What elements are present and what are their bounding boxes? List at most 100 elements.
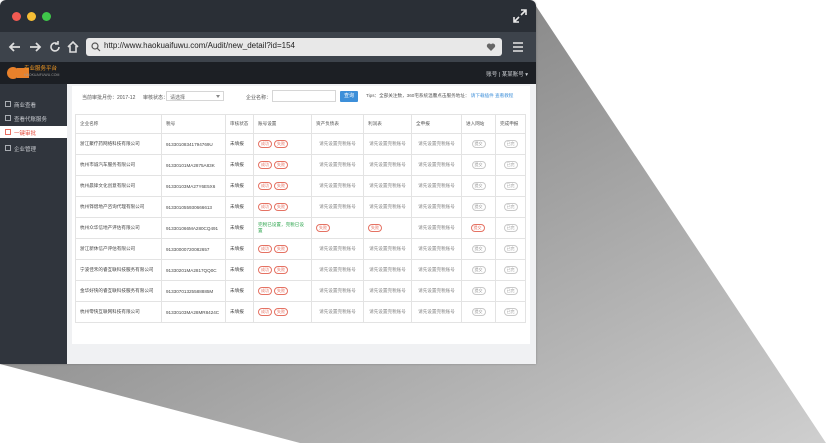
balance-sheet-cell: 请先设置完税账号 (311, 280, 364, 302)
complete-cell: 已完 (495, 154, 526, 176)
search-button[interactable]: 查询 (340, 91, 358, 102)
enter-site-cell: 提交 (461, 175, 496, 197)
menu-icon[interactable] (512, 41, 524, 53)
download-plugin-link[interactable]: 请下载插件 (471, 93, 494, 98)
fail-tag[interactable]: 失败 (274, 266, 288, 274)
maximize-window-button[interactable] (42, 12, 51, 21)
table-row: 浙江聚疗药网络科技有限公司 91330108341794769U 未填报 成功失… (75, 133, 526, 155)
user-menu[interactable]: 账号 | 某某账号 ▾ (486, 70, 528, 78)
tax-id-cell: 91330108341794769U (161, 133, 226, 155)
heart-icon[interactable] (486, 42, 496, 52)
pass-tag[interactable]: 成功 (258, 287, 272, 295)
table-row: 金华好快的睿互联科技服务有限公司 91330701325588885M 未填报 … (75, 280, 526, 302)
tax-id-cell: 91330101MA2875A83K (161, 154, 226, 176)
tax-id-cell: 913301066MA280CQ491 (161, 217, 226, 239)
chevron-down-icon (216, 95, 220, 98)
submit-tag[interactable]: 提交 (471, 203, 486, 211)
complete-cell: 已完 (495, 133, 526, 155)
submit-tag[interactable]: 提交 (471, 161, 486, 169)
account-setup-cell: 成功 失败 (253, 154, 312, 176)
done-tag[interactable]: 已完 (503, 140, 518, 148)
header-complete-declaration: 完成申报 (495, 114, 526, 134)
company-cell: 金华好快的睿互联科技服务有限公司 (75, 280, 162, 302)
fail-tag[interactable]: 失败 (274, 245, 288, 253)
done-tag[interactable]: 已完 (503, 266, 518, 274)
done-tag[interactable]: 已完 (503, 308, 518, 316)
reload-icon[interactable] (48, 40, 62, 54)
app-header (0, 62, 536, 84)
submit-tag[interactable]: 提交 (471, 140, 486, 148)
company-label: 企业名称： (246, 95, 272, 101)
income-statement-cell: 请先设置完税账号 (363, 133, 412, 155)
address-bar[interactable]: http://www.haokuaifuwu.com/Audit/new_det… (86, 38, 502, 56)
minimize-window-button[interactable] (27, 12, 36, 21)
done-tag[interactable]: 已完 (503, 224, 518, 232)
fail-tag[interactable]: 失败 (274, 287, 288, 295)
header-tax-id: 税号 (161, 114, 226, 134)
fail-tag[interactable]: 失败 (274, 308, 288, 316)
submit-tag[interactable]: 提交 (471, 266, 486, 274)
company-cell: 浙江新休信产评估有限公司 (75, 238, 162, 260)
pass-tag[interactable]: 成功 (258, 182, 272, 190)
sidebar-item-bookkeeping-services[interactable]: 查看代账服务 (0, 112, 67, 124)
fail-tag[interactable]: 失败 (316, 224, 330, 232)
submit-tag[interactable]: 提交 (470, 224, 485, 232)
company-cell: 杭州零快互联网科技有限公司 (75, 301, 162, 323)
check-icon (5, 129, 11, 135)
full-declaration-cell: 请先设置完税账号 (411, 175, 462, 197)
submit-tag[interactable]: 提交 (471, 182, 486, 190)
complete-cell: 已完 (495, 238, 526, 260)
browser-window: http://www.haokuaifuwu.com/Audit/new_det… (0, 0, 536, 364)
close-window-button[interactable] (12, 12, 21, 21)
table-row: 杭州铧熠地产咨询代理有限公司 913301055930666613 未填报 成功… (75, 196, 526, 218)
done-tag[interactable]: 已完 (503, 203, 518, 211)
status-cell: 未填报 (225, 301, 254, 323)
sidebar-item-company-management[interactable]: 企业管理 (0, 142, 67, 154)
table-row: 杭州市诚汽车服务有限公司 91330101MA2875A83K 未填报 成功 失败… (75, 154, 526, 176)
pass-tag[interactable]: 成功 (258, 203, 272, 211)
submit-tag[interactable]: 提交 (471, 308, 486, 316)
table-row: 浙江新休信产评估有限公司 91330000720082657 未填报 成功 失败 … (75, 238, 526, 260)
sidebar-item-one-click-approve[interactable]: 一键审批 (0, 126, 67, 138)
pass-tag[interactable]: 成功 (258, 266, 272, 274)
fullscreen-icon[interactable] (513, 9, 527, 23)
full-declaration-cell: 请先设置完税账号 (411, 238, 462, 260)
full-declaration-cell: 请先设置完税账号 (411, 133, 462, 155)
pass-tag[interactable]: 成功 (258, 140, 272, 148)
pass-tag[interactable]: 成功 (258, 245, 272, 253)
fail-tag[interactable]: 失败 (274, 182, 288, 190)
tax-id-cell: 91330701325588885M (161, 280, 226, 302)
done-tag[interactable]: 已完 (503, 245, 518, 253)
complete-cell: 已完 (495, 280, 526, 302)
submit-tag[interactable]: 提交 (471, 245, 486, 253)
list-icon (5, 115, 11, 121)
period-label: 当前审批月份：2017-12 (82, 95, 136, 101)
enter-site-cell: 提交 (461, 238, 496, 260)
submit-tag[interactable]: 提交 (471, 287, 486, 295)
sidebar-item-business-view[interactable]: 商业查看 (0, 98, 67, 110)
complete-cell: 已完 (495, 259, 526, 281)
enter-site-cell: 提交 (461, 154, 496, 176)
account-setup-note-cell: 完税已设置，完税已设置 (253, 217, 312, 239)
fail-tag[interactable]: 失败 (274, 203, 288, 211)
full-declaration-cell: 请先设置完税账号 (411, 259, 462, 281)
search-icon (91, 42, 101, 52)
header-full-declaration: 全申报 (411, 114, 462, 134)
pass-tag[interactable]: 成功 (258, 308, 272, 316)
done-tag[interactable]: 已完 (503, 161, 518, 169)
fail-tag[interactable]: 失败 (274, 140, 288, 148)
back-arrow-icon[interactable] (8, 40, 22, 54)
fail-tag[interactable]: 失败 (274, 161, 288, 169)
company-name-input[interactable] (272, 90, 336, 102)
enter-site-cell: 提交 (461, 280, 496, 302)
pass-tag[interactable]: 成功 (258, 161, 272, 169)
done-tag[interactable]: 已完 (503, 182, 518, 190)
home-icon[interactable] (66, 40, 80, 54)
table-row: 杭州晨锋文化创意有限公司 91330103MA27Y6E5X6 未填报 成功 失败… (75, 175, 526, 197)
tutorial-link[interactable]: 查看教程 (495, 93, 513, 98)
status-cell: 未填报 (225, 217, 254, 239)
fail-tag[interactable]: 失败 (368, 224, 382, 232)
done-tag[interactable]: 已完 (503, 287, 518, 295)
forward-arrow-icon[interactable] (28, 40, 42, 54)
status-select[interactable]: 请选择 (166, 91, 224, 101)
